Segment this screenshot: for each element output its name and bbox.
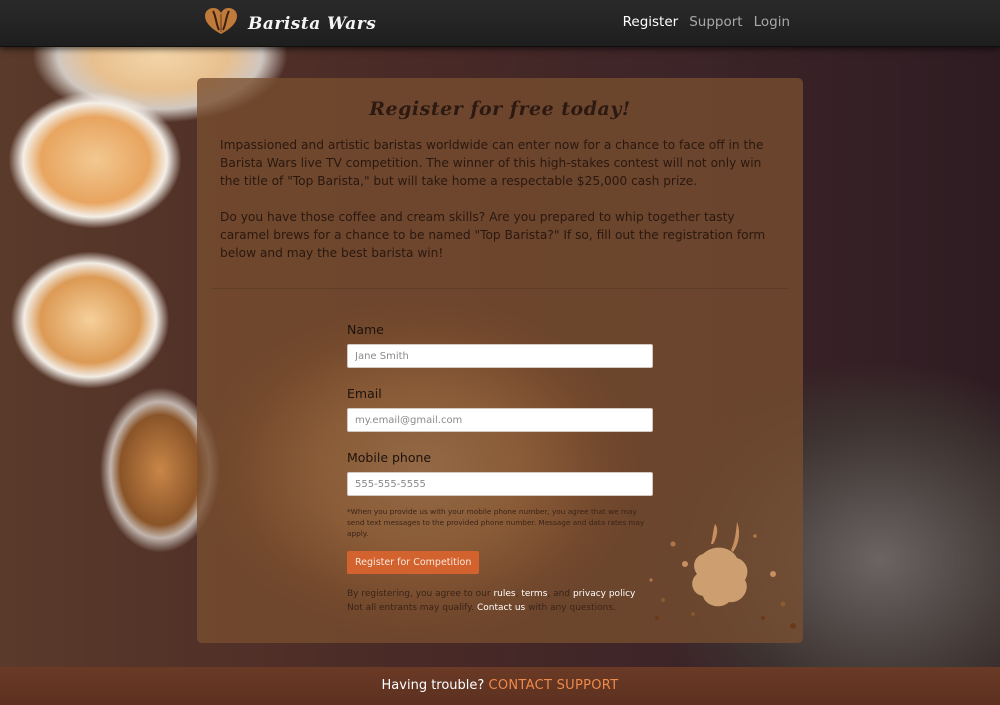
top-navbar: Barista Wars Register Support Login	[0, 0, 1000, 47]
questions-text: with any questions.	[528, 603, 616, 613]
nav-login[interactable]: Login	[754, 14, 790, 30]
panel-title: Register for free today!	[369, 98, 631, 120]
contact-support-link[interactable]: CONTACT SUPPORT	[488, 678, 618, 693]
registration-panel: Register for free today! Impassioned and…	[197, 78, 803, 643]
coffee-bean-heart-icon	[204, 8, 238, 40]
intro-paragraph-1: Impassioned and artistic baristas worldw…	[220, 138, 764, 188]
qualify-text: Not all entrants may qualify.	[347, 603, 475, 613]
contact-us-link[interactable]: Contact us	[477, 603, 525, 613]
phone-label: Mobile phone	[347, 450, 432, 465]
footer-bar: Having trouble? CONTACT SUPPORT	[0, 667, 1000, 705]
register-button[interactable]: Register for Competition	[347, 551, 480, 574]
terms-link[interactable]: terms	[521, 589, 547, 599]
intro-text: Impassioned and artistic baristas worldw…	[220, 136, 785, 280]
terms-prefix: By registering, you agree to our	[347, 589, 491, 599]
name-input[interactable]	[347, 344, 653, 368]
brand[interactable]: Barista Wars	[204, 8, 376, 40]
nav-register[interactable]: Register	[623, 14, 679, 30]
sms-disclaimer: *When you provide us with your mobile ph…	[347, 507, 645, 538]
main-nav: Register Support Login	[623, 14, 790, 30]
coffee-splash-decoration	[633, 514, 803, 634]
brand-title: Barista Wars	[248, 14, 377, 34]
trouble-text: Having trouble?	[381, 678, 485, 693]
terms-text: By registering, you agree to our rules, …	[347, 589, 636, 613]
rules-link[interactable]: rules	[493, 589, 515, 599]
nav-support[interactable]: Support	[689, 14, 742, 30]
email-input[interactable]	[347, 408, 653, 432]
phone-input[interactable]	[347, 472, 653, 496]
privacy-policy-link[interactable]: privacy policy	[573, 589, 635, 599]
intro-paragraph-2: Do you have those coffee and cream skill…	[220, 210, 766, 260]
divider	[211, 288, 789, 289]
name-label: Name	[347, 322, 384, 337]
email-label: Email	[347, 386, 382, 401]
terms-and: and	[553, 589, 571, 599]
registration-form: Name Email Mobile phone *When you provid…	[347, 322, 653, 615]
